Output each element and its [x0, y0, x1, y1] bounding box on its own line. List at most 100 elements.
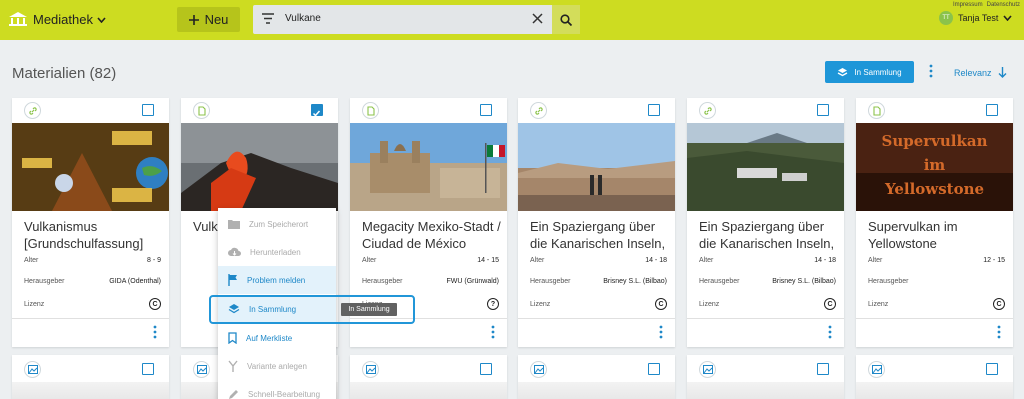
- document-icon: [868, 102, 885, 119]
- menu-item-label: Zum Speicherort: [249, 219, 309, 229]
- license-label: Lizenz: [699, 300, 720, 308]
- image-icon: [699, 361, 716, 378]
- privacy-link[interactable]: Datenschutz: [987, 2, 1020, 8]
- material-thumbnail: Supervulkan im Yellowstone: [856, 123, 1013, 211]
- more-options-icon[interactable]: [996, 325, 1002, 339]
- select-checkbox[interactable]: [142, 104, 154, 116]
- add-to-collection-button[interactable]: In Sammlung: [825, 61, 914, 83]
- publisher-row: Herausgeber Brisney S.L. (Bilbao): [699, 278, 836, 285]
- material-thumbnail: [856, 382, 1013, 399]
- more-options-icon[interactable]: [658, 325, 664, 339]
- more-options-icon[interactable]: [928, 64, 934, 78]
- more-options-icon[interactable]: [490, 325, 496, 339]
- material-title[interactable]: Ein Spaziergang über die Kanarischen Ins…: [530, 218, 670, 252]
- material-card[interactable]: [856, 355, 1013, 399]
- age-value: 12 - 15: [983, 257, 1005, 264]
- license-row: Lizenz C: [868, 298, 1005, 310]
- search-bar: Vulkane: [253, 5, 580, 34]
- copyright-icon: C: [149, 298, 161, 310]
- material-thumbnail: [181, 123, 338, 211]
- menu-item-download[interactable]: Herunterladen: [218, 238, 336, 266]
- thumbnail-text: Supervulkan: [881, 132, 988, 150]
- edit-icon: [229, 389, 238, 399]
- menu-item-create-variant[interactable]: Variante anlegen: [218, 352, 336, 380]
- top-bar: Mediathek Neu Vulkane Impressum Datensch…: [0, 0, 1024, 40]
- search-icon: [560, 13, 572, 26]
- material-title[interactable]: Supervulkan im Yellowstone: [868, 218, 1008, 252]
- more-options-icon[interactable]: [827, 325, 833, 339]
- image-icon: [24, 361, 41, 378]
- age-label: Alter: [699, 257, 714, 264]
- document-icon: [193, 102, 210, 119]
- publisher-row: Herausgeber: [868, 278, 1005, 285]
- material-card[interactable]: Vulkanismus [Grundschulfassung] Alter 8 -…: [12, 98, 169, 347]
- select-checkbox[interactable]: [648, 363, 660, 375]
- material-thumbnail: [350, 123, 507, 211]
- select-checkbox[interactable]: [480, 104, 492, 116]
- age-label: Alter: [24, 257, 39, 264]
- link-icon: [24, 102, 41, 119]
- menu-item-add-to-watchlist[interactable]: Auf Merkliste: [218, 324, 336, 352]
- copyright-icon: C: [993, 298, 1005, 310]
- menu-item-report-problem[interactable]: Problem melden: [218, 266, 336, 294]
- tooltip: In Sammlung: [341, 303, 397, 316]
- filter-icon[interactable]: [262, 13, 274, 24]
- menu-item-go-to-location[interactable]: Zum Speicherort: [218, 210, 336, 238]
- imprint-link[interactable]: Impressum: [953, 2, 983, 8]
- link-icon: [699, 102, 716, 119]
- material-title[interactable]: Vulkanismus [Grundschulfassung]: [24, 218, 164, 252]
- age-label: Alter: [530, 257, 545, 264]
- avatar: TT: [939, 11, 953, 25]
- select-checkbox[interactable]: [142, 363, 154, 375]
- folder-icon: [228, 220, 240, 229]
- material-card[interactable]: [687, 355, 844, 399]
- new-button[interactable]: Neu: [177, 7, 240, 32]
- copyright-icon: C: [824, 298, 836, 310]
- bookmark-icon: [228, 332, 237, 344]
- search-input[interactable]: Vulkane: [285, 13, 321, 24]
- license-row: Lizenz C: [699, 298, 836, 310]
- age-value: 14 - 15: [477, 257, 499, 264]
- image-icon: [193, 361, 210, 378]
- select-checkbox[interactable]: [817, 104, 829, 116]
- close-icon[interactable]: [532, 13, 543, 24]
- select-checkbox[interactable]: [480, 363, 492, 375]
- age-label: Alter: [362, 257, 377, 264]
- sort-label: Relevanz: [954, 67, 992, 78]
- question-icon: ?: [487, 298, 499, 310]
- more-options-icon[interactable]: [152, 325, 158, 339]
- select-checkbox[interactable]: [986, 363, 998, 375]
- select-checkbox[interactable]: [817, 363, 829, 375]
- age-value: 8 - 9: [146, 257, 161, 264]
- fork-icon: [228, 360, 238, 372]
- menu-item-quick-edit[interactable]: Schnell-Bearbeitung: [218, 380, 336, 399]
- publisher-label: Herausgeber: [868, 278, 909, 285]
- material-card[interactable]: [518, 355, 675, 399]
- material-card[interactable]: Ein Spaziergang über die Kanarischen Ins…: [518, 98, 675, 347]
- app-switcher[interactable]: Mediathek: [33, 12, 106, 27]
- publisher-label: Herausgeber: [699, 278, 740, 285]
- material-title[interactable]: Ein Spaziergang über die Kanarischen Ins…: [699, 218, 839, 252]
- age-row: Alter 14 - 18: [699, 257, 836, 264]
- divider: [687, 318, 844, 319]
- material-card[interactable]: Supervulkan im Yellowstone Supervulkan i…: [856, 98, 1013, 347]
- sort-control[interactable]: Relevanz: [954, 67, 1007, 78]
- license-label: Lizenz: [868, 300, 889, 308]
- material-card[interactable]: Ein Spaziergang über die Kanarischen Ins…: [687, 98, 844, 347]
- menu-item-label: Variante anlegen: [247, 361, 307, 371]
- plus-icon: [188, 14, 199, 25]
- user-menu[interactable]: TT Tanja Test: [939, 11, 1012, 25]
- material-thumbnail: [518, 382, 675, 399]
- select-checkbox[interactable]: [986, 104, 998, 116]
- publisher-label: Herausgeber: [362, 278, 403, 285]
- material-card[interactable]: [350, 355, 507, 399]
- material-card[interactable]: [12, 355, 169, 399]
- app-title: Mediathek: [33, 12, 93, 27]
- menu-item-label: Herunterladen: [250, 247, 301, 257]
- search-button[interactable]: [552, 5, 580, 34]
- material-title[interactable]: Megacity Mexiko-Stadt / Ciudad de México: [362, 218, 502, 252]
- select-checkbox[interactable]: [648, 104, 660, 116]
- select-checkbox[interactable]: [311, 104, 323, 117]
- cloud-download-icon: [228, 247, 241, 256]
- age-row: Alter 14 - 15: [362, 257, 499, 264]
